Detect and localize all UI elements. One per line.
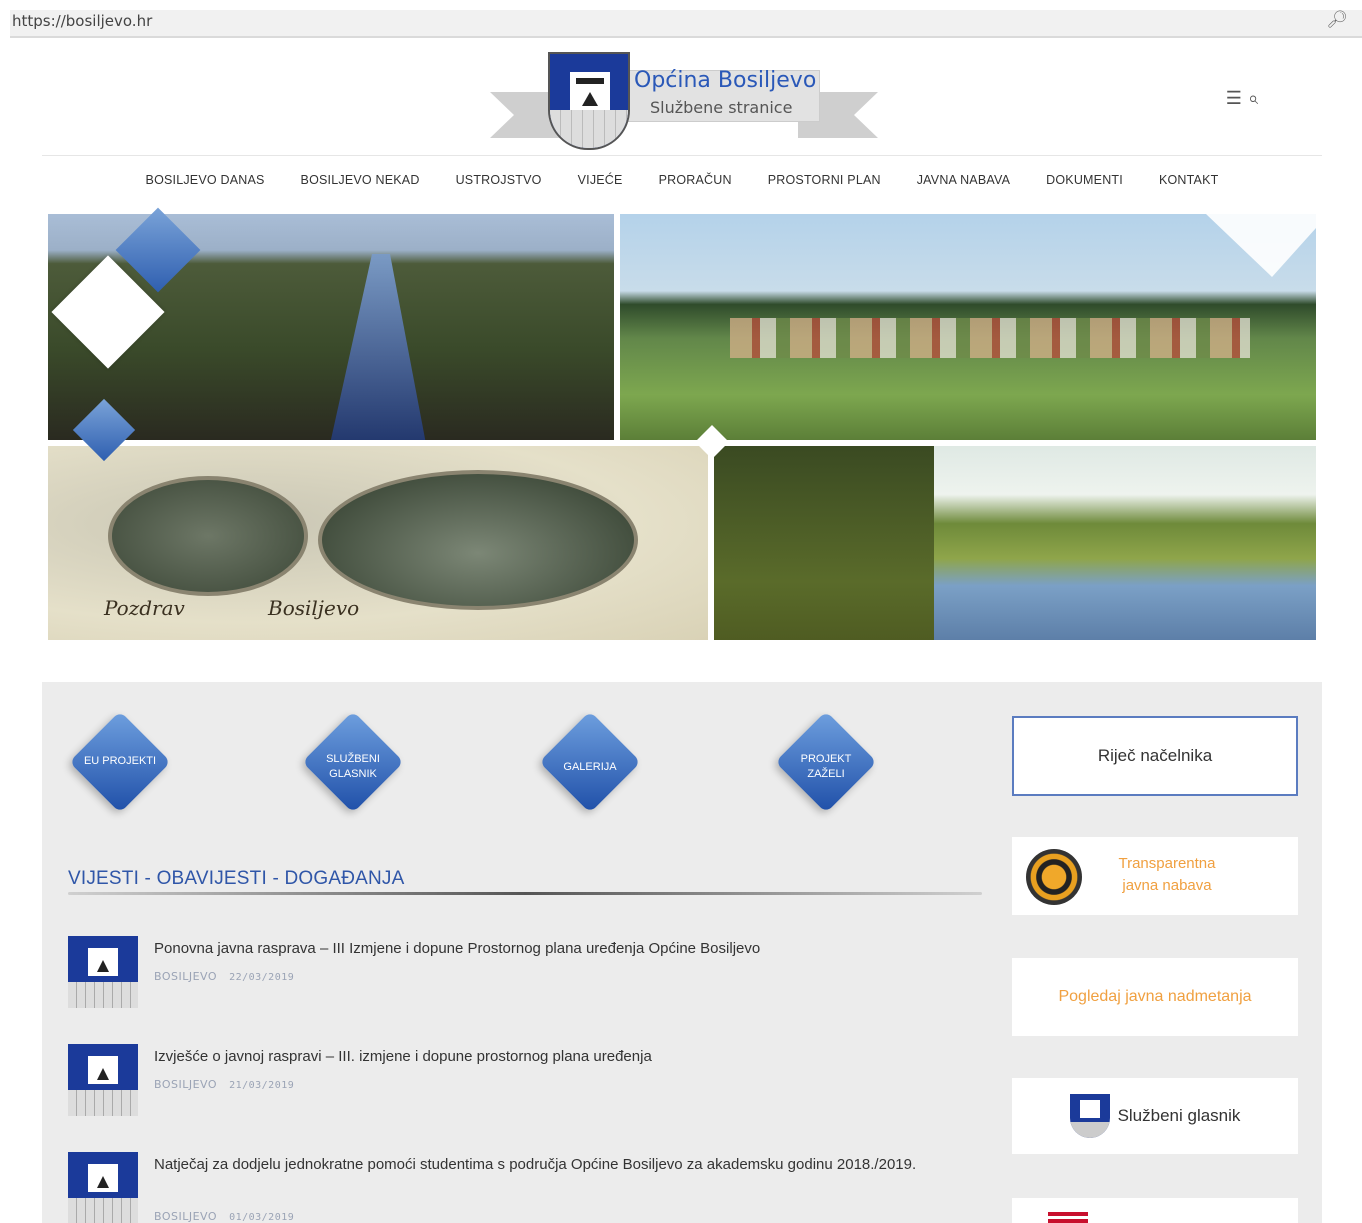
address-bar[interactable]: https://bosiljevo.hr 🔎︎ xyxy=(10,10,1362,38)
postcard-caption-right: Bosiljevo xyxy=(268,596,360,620)
header-icons: ☰ ⌕ xyxy=(1226,88,1258,109)
nav-vijece[interactable]: VIJEĆE xyxy=(578,173,623,187)
news-category[interactable]: BOSILJEVO xyxy=(154,970,217,983)
javna-nadmetanja-link[interactable]: Pogledaj javna nadmetanja xyxy=(1012,958,1298,1036)
postcard-caption-left: Pozdrav xyxy=(104,596,185,620)
main-nav: BOSILJEVO DANAS BOSILJEVO NEKAD USTROJST… xyxy=(42,160,1322,200)
sidebar-banner[interactable] xyxy=(1012,1198,1298,1223)
news-title-link[interactable]: Izvješće o javnoj raspravi – III. izmjen… xyxy=(154,1046,954,1068)
news-category[interactable]: BOSILJEVO xyxy=(154,1210,217,1223)
transparentna-label: Transparentna javna nabava xyxy=(1118,855,1216,894)
news-thumbnail[interactable] xyxy=(68,936,138,1008)
vintage-postcard-photo: Pozdrav Bosiljevo xyxy=(48,446,708,640)
logo-title: Općina Bosiljevo xyxy=(634,68,817,93)
zoom-icon[interactable]: 🔎︎ xyxy=(1326,10,1348,30)
list-item[interactable]: Ponovna javna rasprava – III Izmjene i d… xyxy=(68,936,968,1016)
nav-bosiljevo-danas[interactable]: BOSILJEVO DANAS xyxy=(146,173,265,187)
coat-of-arms-icon xyxy=(1069,1094,1110,1138)
news-heading: VIJESTI - OBAVIJESTI - DOGAĐANJA xyxy=(68,868,405,889)
site-header: Općina Bosiljevo Službene stranice ☰ ⌕ xyxy=(42,48,1322,156)
quick-link-label: EU PROJEKTI xyxy=(83,755,157,767)
news-title-link[interactable]: Natječaj za dodjelu jednokratne pomoći s… xyxy=(154,1154,954,1176)
list-item[interactable]: Izvješće o javnoj raspravi – III. izmjen… xyxy=(68,1044,968,1124)
village-landscape-photo xyxy=(620,214,1316,440)
coat-of-arms-icon xyxy=(548,52,630,150)
news-date: 22/03/2019 xyxy=(229,972,295,983)
news-category[interactable]: BOSILJEVO xyxy=(154,1078,217,1091)
nav-bosiljevo-nekad[interactable]: BOSILJEVO NEKAD xyxy=(301,173,420,187)
main-content: EU PROJEKTI SLUŽBENI GLASNIK GALERIJA PRO… xyxy=(42,682,1322,1223)
site-logo[interactable]: Općina Bosiljevo Službene stranice xyxy=(490,52,878,152)
news-date: 01/03/2019 xyxy=(229,1212,295,1223)
transparency-badge-icon xyxy=(1026,849,1082,905)
nav-dokumenti[interactable]: DOKUMENTI xyxy=(1046,173,1123,187)
news-thumbnail[interactable] xyxy=(68,1152,138,1223)
search-icon[interactable]: ⌕ xyxy=(1248,88,1258,109)
news-date: 21/03/2019 xyxy=(229,1080,295,1091)
logo-subtitle: Službene stranice xyxy=(650,98,793,117)
news-meta: BOSILJEVO 21/03/2019 xyxy=(154,1078,294,1091)
nav-ustrojstvo[interactable]: USTROJSTVO xyxy=(456,173,542,187)
hero-banner: Pozdrav Bosiljevo xyxy=(44,206,1320,642)
list-item[interactable]: Natječaj za dodjelu jednokratne pomoći s… xyxy=(68,1152,968,1223)
nav-javna-nabava[interactable]: JAVNA NABAVA xyxy=(917,173,1010,187)
nav-prostorni-plan[interactable]: PROSTORNI PLAN xyxy=(768,173,881,187)
nav-kontakt[interactable]: KONTAKT xyxy=(1159,173,1219,187)
quick-link-label: GALERIJA xyxy=(563,761,617,773)
hamburger-icon[interactable]: ☰ xyxy=(1226,88,1242,109)
transparentna-nabava-link[interactable]: Transparentna javna nabava xyxy=(1012,837,1298,915)
divider xyxy=(68,892,982,895)
sluzbeni-glasnik-link[interactable]: Službeni glasnik xyxy=(1012,1078,1298,1154)
url-text[interactable]: https://bosiljevo.hr xyxy=(12,12,152,30)
news-meta: BOSILJEVO 22/03/2019 xyxy=(154,970,294,983)
sluzbeni-glasnik-label: Službeni glasnik xyxy=(1117,1106,1241,1125)
news-meta: BOSILJEVO 01/03/2019 xyxy=(154,1210,294,1223)
nav-proracun[interactable]: PRORAČUN xyxy=(659,173,732,187)
flag-icon xyxy=(1048,1212,1088,1223)
news-thumbnail[interactable] xyxy=(68,1044,138,1116)
news-title-link[interactable]: Ponovna javna rasprava – III Izmjene i d… xyxy=(154,938,954,960)
quick-link-label: PROJEKT ZAŽELI xyxy=(800,753,852,780)
rijec-nacelnika-button[interactable]: Riječ načelnika xyxy=(1012,716,1298,796)
river-weir-photo xyxy=(714,446,1316,640)
quick-link-label: SLUŽBENI GLASNIK xyxy=(326,753,380,780)
